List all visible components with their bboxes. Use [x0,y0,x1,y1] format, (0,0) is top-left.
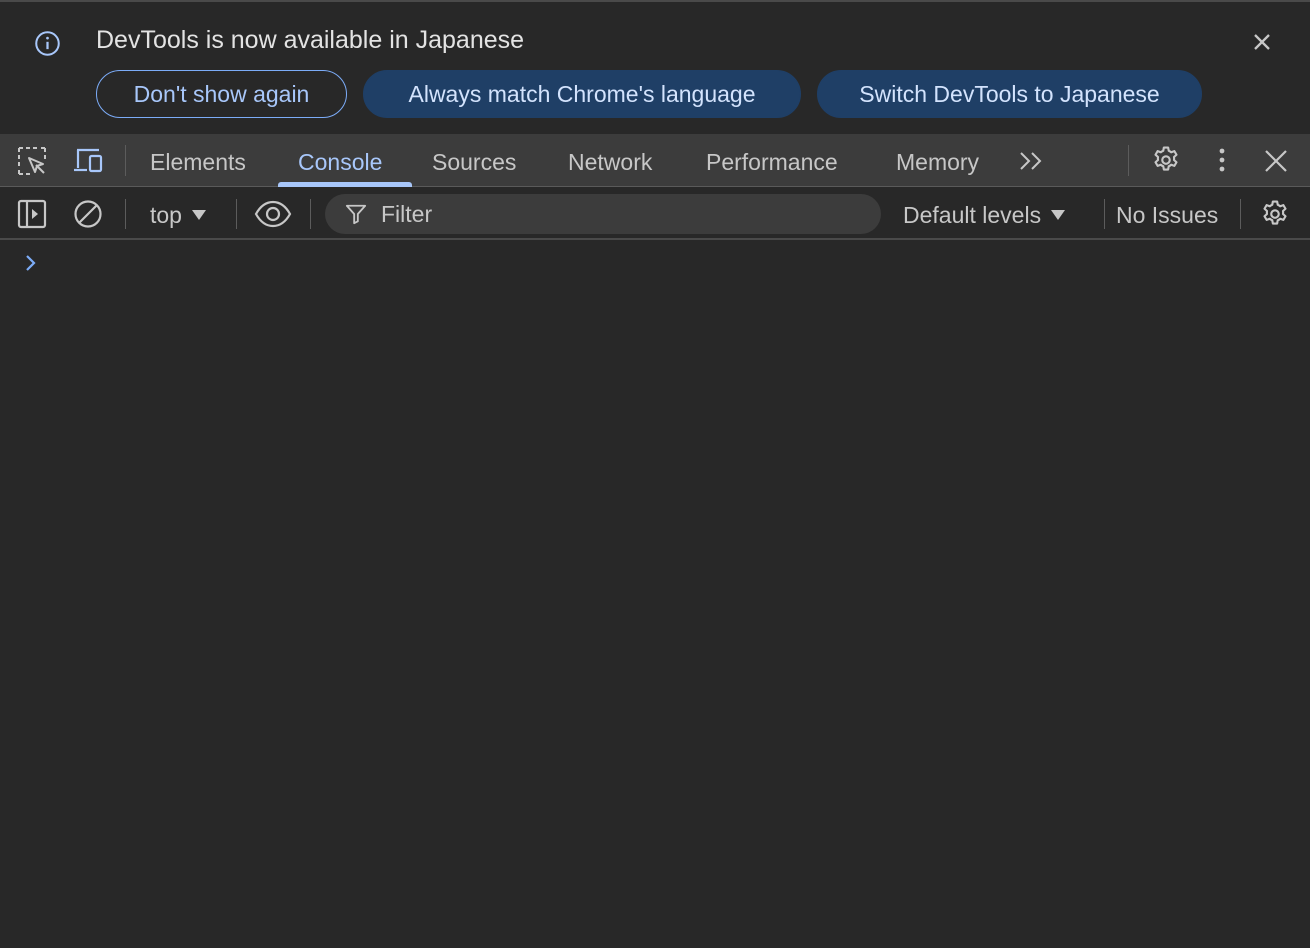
dont-show-again-button[interactable]: Don't show again [96,70,347,118]
switch-to-japanese-button[interactable]: Switch DevTools to Japanese [817,70,1202,118]
toolbar-separator [1104,199,1105,229]
more-options-icon[interactable] [1207,145,1237,175]
tab-performance[interactable]: Performance [706,134,838,187]
tab-elements[interactable]: Elements [150,134,246,187]
chevron-down-icon [191,209,206,220]
console-toolbar: top Default levels No Issues [0,188,1310,240]
language-infobar: DevTools is now available in Japanese Do… [0,2,1310,134]
issues-counter[interactable]: No Issues [1116,188,1218,242]
always-match-language-button[interactable]: Always match Chrome's language [363,70,801,118]
console-area[interactable] [0,242,1310,948]
console-prompt-icon [26,255,36,271]
toolbar-separator [1240,199,1241,229]
tab-console[interactable]: Console [298,134,382,187]
live-expression-icon[interactable] [254,199,292,229]
tab-memory[interactable]: Memory [896,134,979,187]
device-toolbar-icon[interactable] [73,146,103,176]
console-settings-icon[interactable] [1260,199,1290,229]
context-selector-label: top [150,202,182,228]
settings-icon[interactable] [1151,145,1181,175]
inspect-element-icon[interactable] [17,146,47,176]
active-tab-indicator [278,182,412,187]
close-icon[interactable] [1248,28,1276,56]
context-selector[interactable]: top [150,188,206,242]
toolbar-separator [310,199,311,229]
tabbar-separator [1128,145,1129,176]
info-icon [35,31,60,56]
filter-box[interactable] [325,194,881,234]
infobar-message: DevTools is now available in Japanese [96,26,525,54]
log-levels-dropdown[interactable]: Default levels [903,188,1066,242]
sidebar-toggle-icon[interactable] [17,199,47,229]
more-tabs-icon[interactable] [1017,147,1047,177]
tab-network[interactable]: Network [568,134,652,187]
devtools-tabbar: Elements Console Sources Network Perform… [0,134,1310,187]
tab-sources[interactable]: Sources [432,134,516,187]
clear-console-icon[interactable] [73,199,103,229]
close-devtools-icon[interactable] [1261,146,1291,176]
filter-input[interactable] [381,194,861,234]
toolbar-separator [125,199,126,229]
tabbar-separator [125,145,126,176]
chevron-down-icon [1051,209,1066,220]
filter-icon [345,204,367,225]
toolbar-separator [236,199,237,229]
log-levels-label: Default levels [903,202,1042,228]
